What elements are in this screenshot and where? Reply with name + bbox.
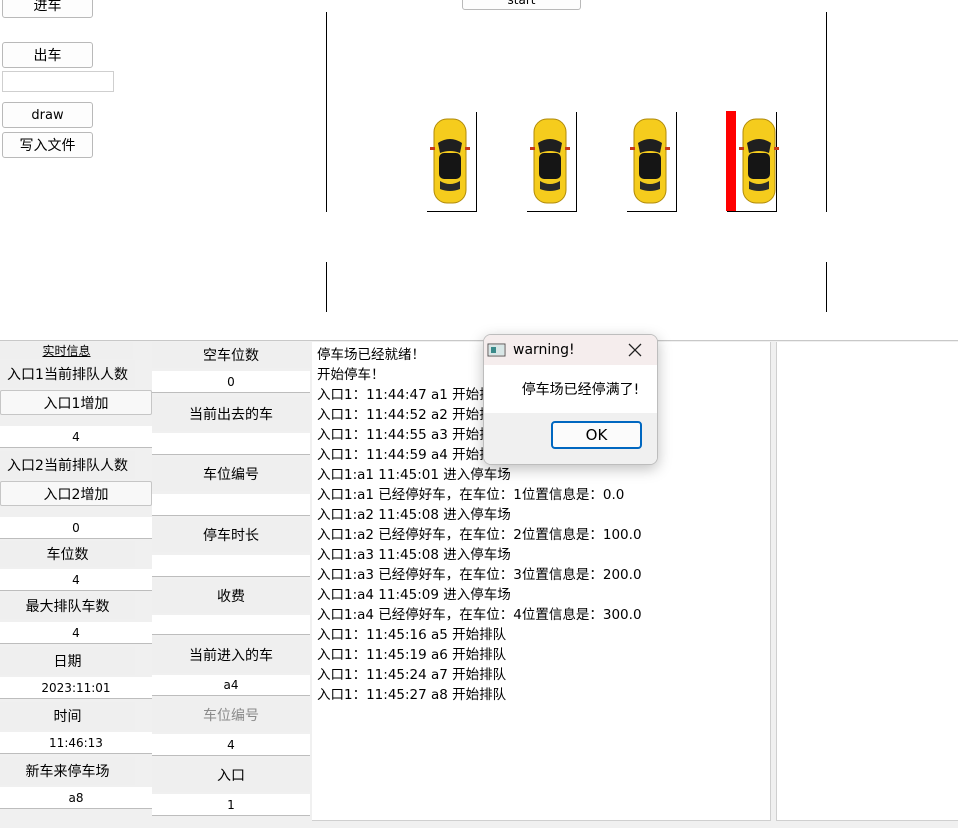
free-spaces-value: 0 (152, 371, 310, 393)
log-line: 入口1:a1 已经停好车，在车位：1位置信息是：0.0 (317, 487, 625, 503)
max-queue-value: 4 (0, 622, 152, 644)
date-value: 2023:11:01 (0, 677, 152, 699)
entrance1-queue-value: 4 (0, 426, 152, 448)
space-number-label-2: 车位编号 (152, 698, 310, 732)
fee-label: 收费 (152, 579, 310, 613)
entrance1-add-button[interactable]: 入口1增加 (0, 390, 152, 415)
log-line: 入口1:a2 已经停好车，在车位：2位置信息是：100.0 (317, 527, 642, 543)
car-icon (530, 118, 570, 204)
entrance-label: 入口 (152, 758, 310, 792)
log-line: 入口1：11:45:24 a7 开始排队 (317, 667, 507, 683)
dialog-message: 停车场已经停满了! (521, 382, 640, 398)
lot-right-wall (826, 12, 827, 212)
time-value: 11:46:13 (0, 732, 152, 754)
entrance2-add-button[interactable]: 入口2增加 (0, 481, 152, 506)
date-label: 日期 (0, 647, 135, 675)
max-queue-label: 最大排队车数 (0, 593, 135, 619)
space-number-value (152, 494, 310, 516)
exit-car-input[interactable] (2, 71, 114, 92)
space-number-value-2: 4 (152, 734, 310, 756)
log-line: 入口1：11:45:19 a6 开始排队 (317, 647, 507, 663)
close-icon[interactable] (627, 342, 643, 358)
spaces-label: 车位数 (0, 541, 135, 567)
fee-value (152, 615, 310, 635)
log-line: 入口1:a4 11:45:09 进入停车场 (317, 587, 511, 603)
entrance2-queue-label: 入口2当前排队人数 (0, 451, 135, 479)
car-icon (430, 118, 470, 204)
log-line: 入口1:a3 11:45:08 进入停车场 (317, 547, 511, 563)
spaces-value: 4 (0, 569, 152, 591)
log-line: 入口1:a1 11:45:01 进入停车场 (317, 467, 511, 483)
warning-dialog: warning! 停车场已经停满了! OK (483, 334, 658, 465)
log-line: 入口1：11:45:16 a5 开始排队 (317, 627, 507, 643)
time-label: 时间 (0, 702, 135, 730)
new-car-value: a8 (0, 787, 152, 809)
exit-left-wall (326, 262, 327, 312)
dialog-title: warning! (513, 342, 575, 358)
lot-left-wall (326, 12, 327, 212)
right-text-area[interactable] (776, 342, 958, 821)
exit-right-wall (826, 262, 827, 312)
duration-label: 停车时长 (152, 518, 310, 552)
dialog-titlebar: warning! (484, 335, 657, 365)
occupied-marker (726, 111, 736, 211)
car-icon (630, 118, 670, 204)
current-exit-value (152, 433, 310, 455)
duration-value (152, 555, 310, 577)
entrance1-queue-label: 入口1当前排队人数 (0, 360, 135, 388)
log-line: 入口1：11:45:27 a8 开始排队 (317, 687, 507, 703)
exit-car-button[interactable]: 出车 (2, 42, 93, 68)
log-line: 入口1:a3 已经停好车，在车位：3位置信息是：200.0 (317, 567, 642, 583)
start-button[interactable]: start (462, 0, 581, 10)
log-line: 入口1:a2 11:45:08 进入停车场 (317, 507, 511, 523)
space-number-label: 车位编号 (152, 457, 310, 491)
entrance-value: 1 (152, 794, 310, 816)
entrance2-queue-value: 0 (0, 517, 152, 539)
current-enter-value: a4 (152, 675, 310, 696)
log-line: 入口1:a4 已经停好车，在车位：4位置信息是：300.0 (317, 607, 642, 623)
write-file-button[interactable]: 写入文件 (2, 132, 93, 158)
current-enter-label: 当前进入的车 (152, 637, 310, 673)
draw-button[interactable]: draw (2, 102, 93, 128)
current-exit-label: 当前出去的车 (152, 397, 310, 431)
info-header: 实时信息 (0, 342, 133, 359)
ok-button[interactable]: OK (551, 421, 642, 449)
free-spaces-label: 空车位数 (152, 342, 310, 368)
dialog-footer: OK (484, 413, 657, 464)
enter-car-button[interactable]: 进车 (2, 0, 93, 18)
new-car-label: 新车来停车场 (0, 757, 135, 785)
app-icon (487, 343, 506, 357)
car-icon (739, 118, 779, 204)
